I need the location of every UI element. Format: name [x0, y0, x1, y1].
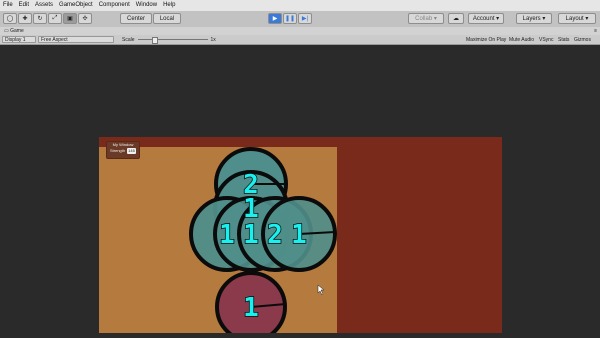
account-dropdown[interactable]: Account ▾: [468, 13, 504, 24]
menu-component[interactable]: Component: [96, 0, 133, 11]
pause-button[interactable]: ❚❚: [283, 13, 297, 24]
menu-file[interactable]: File: [0, 0, 16, 11]
layout-label: Layout: [565, 15, 584, 22]
display-label: Display 1: [5, 36, 26, 43]
menu-help[interactable]: Help: [160, 0, 178, 11]
cloud-button[interactable]: ☁: [448, 13, 464, 24]
display-dropdown[interactable]: Display 1: [2, 36, 36, 43]
my-window-panel[interactable]: My Window Strength 145: [106, 141, 140, 159]
menu-bar: File Edit Assets GameObject Component Wi…: [0, 0, 600, 11]
stats-toggle[interactable]: Stats: [556, 36, 571, 43]
collab-label: Collab ▾: [415, 16, 437, 22]
game-render[interactable]: 2 1 1 1 2 1 1 My Window Strength 145: [99, 137, 502, 333]
step-icon: ▶|: [301, 16, 309, 22]
move-tool-button[interactable]: ✚: [18, 13, 32, 24]
collab-button[interactable]: Collab ▾: [408, 13, 444, 24]
strength-label: Strength: [110, 148, 126, 153]
layers-dropdown[interactable]: Layers ▾: [516, 13, 552, 24]
circle-label-right: 2: [267, 220, 283, 250]
tab-menu-icon[interactable]: ≡: [594, 27, 597, 35]
strength-row: Strength 145: [107, 148, 139, 154]
scale-icon: ⤢: [52, 15, 58, 21]
circle-label-center: 1: [243, 220, 259, 250]
strength-value-field[interactable]: 145: [127, 148, 136, 154]
rect-icon: ▣: [67, 16, 73, 22]
menu-gameobject[interactable]: GameObject: [56, 0, 96, 11]
cloud-icon: ☁: [453, 16, 459, 22]
game-tab-bar: ▭ Game ≡: [0, 27, 600, 35]
hand-tool-button[interactable]: ◯: [3, 13, 17, 24]
mute-audio-toggle[interactable]: Mute Audio: [507, 36, 536, 43]
account-label: Account: [472, 15, 495, 22]
rotate-icon: ↻: [37, 16, 43, 22]
vsync-label: VSync: [539, 36, 554, 43]
maximize-on-play-toggle[interactable]: Maximize On Play: [464, 36, 508, 43]
chevron-down-icon: ▾: [583, 16, 589, 22]
menu-window[interactable]: Window: [133, 0, 160, 11]
scale-value: 1x: [210, 36, 216, 43]
maximize-label: Maximize On Play: [466, 36, 507, 43]
menu-edit[interactable]: Edit: [16, 0, 32, 11]
transform-tool-button[interactable]: ✣: [78, 13, 92, 24]
pivot-local-label: Local: [159, 15, 175, 22]
transform-icon: ✣: [82, 16, 88, 22]
circle-label-far-right: 1: [291, 220, 307, 250]
game-viewport: 2 1 1 1 2 1 1 My Window Strength 145: [0, 45, 600, 338]
play-icon: ▶: [272, 16, 278, 22]
pivot-local-button[interactable]: Local: [153, 13, 181, 24]
game-view-toolbar: Display 1 Free Aspect Scale 1x Maximize …: [0, 35, 600, 45]
chevron-down-icon: ▾: [540, 16, 546, 22]
vsync-toggle[interactable]: VSync: [537, 36, 555, 43]
circle-label-crimson: 1: [243, 293, 259, 323]
tab-game[interactable]: ▭ Game: [0, 27, 28, 35]
aspect-dropdown[interactable]: Free Aspect: [38, 36, 114, 43]
menu-assets[interactable]: Assets: [32, 0, 56, 11]
gizmos-label: Gizmos: [574, 36, 591, 43]
main-toolbar: ◯ ✚ ↻ ⤢ ▣ ✣ Center Local ▶ ❚❚ ▶| Collab …: [0, 11, 600, 28]
tab-game-label: Game: [10, 28, 24, 34]
pivot-center-button[interactable]: Center: [120, 13, 152, 24]
pause-icon: ❚❚: [284, 16, 296, 22]
hand-icon: ◯: [6, 16, 14, 22]
scale-slider[interactable]: [137, 37, 208, 44]
scale-label: Scale: [122, 36, 135, 43]
step-button[interactable]: ▶|: [298, 13, 312, 24]
rect-tool-button[interactable]: ▣: [63, 13, 77, 24]
stats-label: Stats: [558, 36, 570, 43]
pivot-center-label: Center: [126, 15, 145, 22]
scale-slider-thumb[interactable]: [151, 37, 158, 44]
circles-layer: 2 1 1 1 2 1 1: [189, 147, 337, 333]
play-button[interactable]: ▶: [268, 13, 282, 24]
scale-tool-button[interactable]: ⤢: [48, 13, 62, 24]
aspect-label: Free Aspect: [41, 36, 68, 43]
move-icon: ✚: [22, 16, 28, 22]
layers-label: Layers: [522, 15, 541, 22]
circle-label-left: 1: [219, 220, 235, 250]
chevron-down-icon: ▾: [494, 16, 500, 22]
mute-label: Mute Audio: [509, 36, 535, 43]
scale-control: Scale 1x: [120, 36, 220, 44]
gizmos-dropdown[interactable]: Gizmos: [572, 36, 593, 43]
layout-dropdown[interactable]: Layout ▾: [558, 13, 596, 24]
rotate-tool-button[interactable]: ↻: [33, 13, 47, 24]
mouse-cursor-icon: [317, 284, 325, 296]
